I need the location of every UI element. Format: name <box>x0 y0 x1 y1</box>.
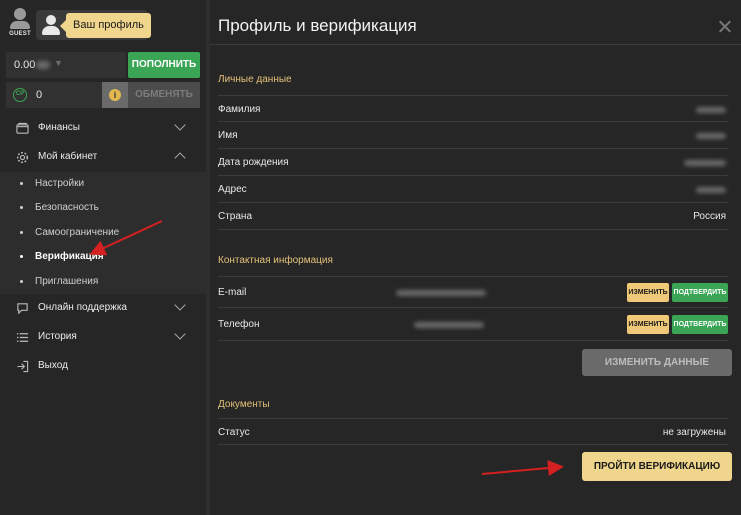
balance-row: 0.00 ▼ ПОПОЛНИТЬ <box>6 52 200 78</box>
chevron-down-icon <box>174 328 186 340</box>
chat-icon <box>17 303 28 315</box>
cp-row: CP 0 i ОБМЕНЯТЬ <box>6 82 200 108</box>
edit-phone-button[interactable]: ИЗМЕНИТЬ <box>627 315 669 334</box>
hidden-value <box>696 133 726 139</box>
list-icon <box>16 333 29 342</box>
exchange-button[interactable]: ОБМЕНЯТЬ <box>128 82 200 108</box>
close-icon[interactable] <box>718 20 731 33</box>
sidebar-item-label: Финансы <box>38 122 80 133</box>
bullet <box>20 255 23 259</box>
guest-label: GUEST <box>9 31 31 37</box>
edit-email-button[interactable]: ИЗМЕНИТЬ <box>627 283 669 302</box>
currency-dropdown-icon[interactable]: ▼ <box>54 58 63 68</box>
sidebar-item-finance[interactable]: Финансы <box>0 114 206 143</box>
sidebar-subitem-settings[interactable]: Настройки <box>0 172 206 196</box>
hidden-value <box>684 160 726 166</box>
row-label: Дата рождения <box>218 157 289 168</box>
row-label: Фамилия <box>218 104 261 115</box>
sidebar-item-label: Мой кабинет <box>38 151 98 162</box>
contact-info-title: Контактная информация <box>218 255 333 266</box>
profile-panel: Профиль и верификация Личные данные Фами… <box>206 0 741 515</box>
confirm-email-button[interactable]: ПОДТВЕРДИТЬ <box>672 283 728 302</box>
contact-row-email: E-mail ИЗМЕНИТЬ ПОДТВЕРДИТЬ <box>218 276 728 308</box>
cp-info-button[interactable]: i <box>102 82 128 108</box>
gear-icon <box>16 151 29 164</box>
divider <box>210 44 741 45</box>
subitem-label: Безопасность <box>35 202 99 214</box>
sidebar-item-label: Онлайн поддержка <box>38 301 127 313</box>
personal-row-surname: Фамилия <box>218 95 728 122</box>
guest-icon <box>14 8 26 20</box>
bullet <box>20 206 23 210</box>
guest-badge: GUEST <box>6 8 34 40</box>
user-icon <box>41 15 61 35</box>
confirm-phone-button[interactable]: ПОДТВЕРДИТЬ <box>672 315 728 334</box>
subitem-label: Верификация <box>35 251 104 263</box>
profile-tooltip: Ваш профиль <box>60 13 151 38</box>
bullet <box>20 279 23 283</box>
cp-value: 0 <box>36 89 43 101</box>
row-label: Страна <box>218 211 253 222</box>
balance-display[interactable]: 0.00 ▼ <box>6 52 126 78</box>
balance-value: 0.00 <box>14 59 36 71</box>
hidden-value <box>396 290 486 296</box>
topup-button[interactable]: ПОПОЛНИТЬ <box>128 52 200 78</box>
row-value: Россия <box>693 211 726 222</box>
page-title: Профиль и верификация <box>218 16 417 35</box>
bullet <box>20 182 23 185</box>
subitem-label: Настройки <box>35 178 85 189</box>
personal-row-birthdate: Дата рождения <box>218 149 728 176</box>
info-icon: i <box>109 89 121 101</box>
change-data-button[interactable]: ИЗМЕНИТЬ ДАННЫЕ <box>582 349 732 376</box>
sidebar-item-label: Выход <box>38 359 68 371</box>
sidebar-item-support[interactable]: Онлайн поддержка <box>0 294 206 323</box>
row-value: не загружены <box>662 427 726 438</box>
wallet-icon <box>16 122 29 134</box>
sidebar-subitem-verification[interactable]: Верификация <box>0 245 206 269</box>
documents-status-row: Статус не загружены <box>218 418 728 445</box>
hidden-value <box>414 322 484 328</box>
personal-row-address: Адрес <box>218 176 728 203</box>
personal-row-country: Страна Россия <box>218 203 728 230</box>
guest-icon-body <box>10 21 30 29</box>
sidebar-nav: Финансы Мой кабинет Настройки Безопаснос… <box>0 114 206 381</box>
sidebar-header: GUEST ru Ваш профиль <box>0 0 206 46</box>
chevron-down-icon <box>174 119 186 131</box>
hidden-value <box>696 187 726 193</box>
contact-row-phone: Телефон ИЗМЕНИТЬ ПОДТВЕРДИТЬ <box>218 309 728 341</box>
app-root: GUEST ru Ваш профиль 0.00 ▼ ПОПОЛНИТЬ CP… <box>0 0 741 515</box>
sidebar-item-logout[interactable]: Выход <box>0 352 206 381</box>
sidebar-item-label: История <box>38 330 77 342</box>
chevron-up-icon <box>174 152 186 164</box>
personal-data-title: Личные данные <box>218 74 292 85</box>
chevron-down-icon <box>174 299 186 311</box>
cabinet-submenu: Настройки Безопасность Самоограничение В… <box>0 172 206 294</box>
cp-coin-icon: CP <box>13 88 27 102</box>
sidebar-subitem-security[interactable]: Безопасность <box>0 196 206 220</box>
documents-title: Документы <box>218 399 270 410</box>
hidden-value <box>696 107 726 113</box>
row-label: Статус <box>218 427 250 438</box>
sidebar: GUEST ru Ваш профиль 0.00 ▼ ПОПОЛНИТЬ CP… <box>0 0 206 515</box>
sidebar-subitem-self-limit[interactable]: Самоограничение <box>0 221 206 245</box>
bullet <box>20 230 23 234</box>
sidebar-item-cabinet[interactable]: Мой кабинет <box>0 143 206 172</box>
row-label: Адрес <box>218 184 247 195</box>
cp-display: CP 0 <box>6 82 102 108</box>
subitem-label: Самоограничение <box>35 226 120 238</box>
row-label: E-mail <box>218 287 247 298</box>
start-verification-button[interactable]: ПРОЙТИ ВЕРИФИКАЦИЮ <box>582 452 732 481</box>
row-label: Имя <box>218 130 238 141</box>
sidebar-subitem-invitations[interactable]: Приглашения <box>0 270 206 294</box>
personal-row-name: Имя <box>218 122 728 149</box>
logout-icon <box>17 360 29 373</box>
sidebar-item-history[interactable]: История <box>0 323 206 352</box>
balance-hidden-digits <box>36 61 50 69</box>
subitem-label: Приглашения <box>35 275 99 287</box>
row-label: Телефон <box>218 319 260 330</box>
